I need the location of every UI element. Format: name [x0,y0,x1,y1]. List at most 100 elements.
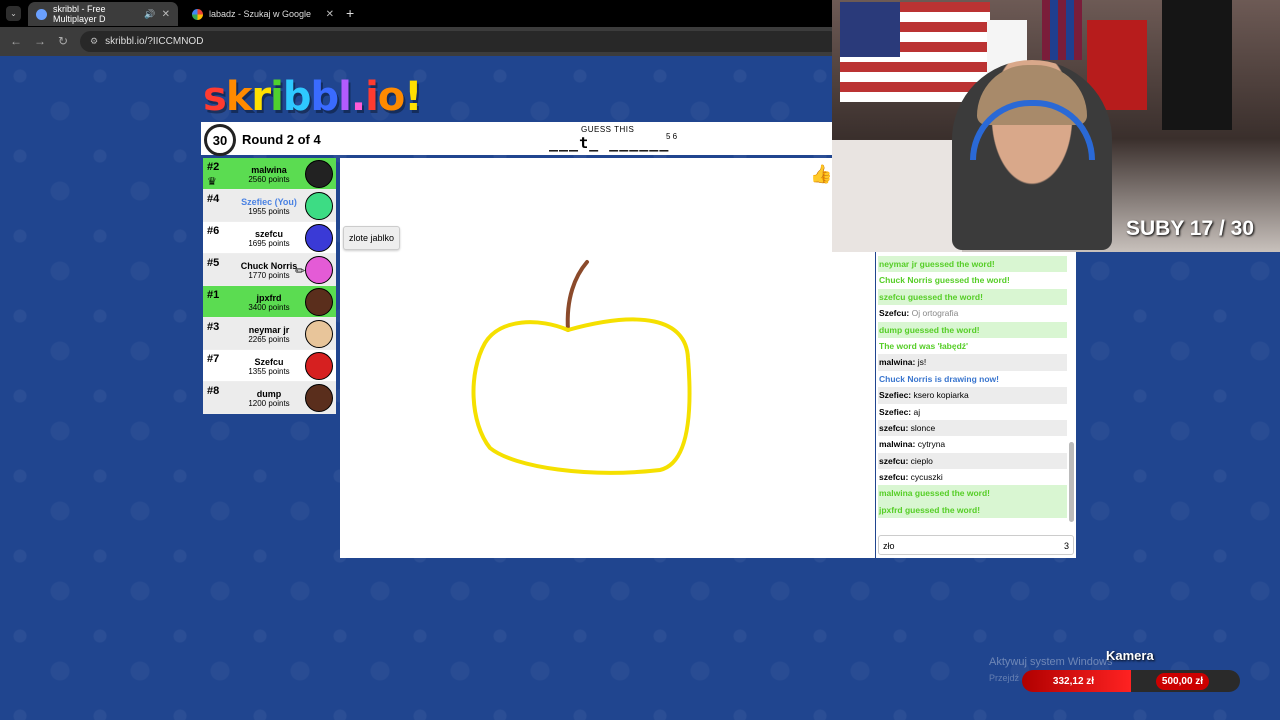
player-name: malwina [251,165,287,175]
avatar [305,160,333,188]
tab-title: skribbl - Free Multiplayer D [53,4,106,24]
timer-value: 30 [212,132,228,148]
avatar [305,384,333,412]
camera-label: Kamera [1106,648,1154,663]
chat-message: szefcu: slonce [878,419,1067,437]
back-icon[interactable]: ← [10,34,22,48]
google-favicon-icon [192,8,203,20]
player-row[interactable]: #5 Chuck Norris 1770 points ✏ [203,254,336,286]
chat-char-count: 3 [1063,541,1069,551]
player-points: 2265 points [248,335,290,344]
apple-stem [565,260,589,332]
tab-skribbl[interactable]: skribbl - Free Multiplayer D 🔊 ✕ [28,2,178,26]
reload-icon[interactable]: ↻ [58,34,68,48]
player-row[interactable]: #8 dump 1200 points [203,382,336,414]
crown-icon: ♛ [207,176,217,188]
chat-message: dump guessed the word! [878,321,1067,338]
drawing-canvas[interactable] [340,158,875,558]
word-hint: ___t_ ______ [549,134,670,152]
donation-goal-bar: 332,12 zł 500,00 zł [1022,670,1240,692]
chat-message: neymar jr guessed the word! [878,256,1067,273]
tab-search-icon[interactable]: ⌄ [6,6,21,21]
player-points: 2560 points [248,175,290,184]
chat-message: Szefiec: aj [878,404,1067,420]
chat-input-value: zło [883,541,895,551]
skribbl-logo: skribbl.io! [203,74,423,120]
player-name: neymar jr [248,325,290,335]
forward-icon[interactable]: → [34,34,46,48]
webcam-overlay [832,0,1280,252]
tab-google[interactable]: labadz - Szukaj w Google ✕ [184,2,342,26]
player-rank: #8 [207,385,220,397]
round-indicator: Round 2 of 4 [242,132,321,147]
url-text: skribbl.io/?IICCMNOD [105,36,204,47]
chat-author: szefcu: [879,455,909,466]
chat-author: malwina: [879,439,916,450]
chat-message: Chuck Norris is drawing now! [878,371,1067,387]
avatar [305,352,333,380]
chat-author: Szefiec: [879,390,912,401]
bed [832,140,962,252]
player-row[interactable]: #2 ♛ malwina 2560 points [203,158,336,190]
chat-message: Chuck Norris guessed the word! [878,272,1067,288]
close-tab-icon[interactable]: ✕ [326,9,334,20]
chat-text: malwina guessed the word! [879,488,990,499]
player-name: dump [256,389,282,399]
player-row[interactable]: #1 jpxfrd 3400 points [203,286,336,318]
avatar [305,224,333,252]
chat-author: Szefcu: [879,308,910,319]
player-name: szefcu [254,229,283,239]
chat-text: jpxfrd guessed the word! [879,504,981,515]
player-rank: #6 [207,225,220,237]
player-points: 1955 points [248,207,290,216]
site-info-icon[interactable]: ⚙ [90,36,98,47]
player-rank: #3 [207,321,220,333]
game-header: 30 Round 2 of 4 GUESS THIS ___t_ ______ … [201,122,832,156]
apple-outline [471,317,692,475]
avatar [305,192,333,220]
player-points: 1695 points [248,239,290,248]
new-tab-icon[interactable]: + [346,5,354,21]
url-field[interactable]: ⚙ skribbl.io/?IICCMNOD [80,31,840,52]
chat-author: szefcu: [879,422,909,433]
avatar [305,256,333,284]
close-tab-icon[interactable]: ✕ [162,9,170,20]
avatar [305,320,333,348]
chat-text: slonce [910,422,936,433]
player-row[interactable]: #4 Szefiec (You) 1955 points [203,190,336,222]
chat-text: Chuck Norris is drawing now! [879,373,999,384]
player-rank: #1 [207,289,220,301]
chat-author: szefcu: [879,472,909,483]
tab-title: labadz - Szukaj w Google [209,9,312,19]
player-row[interactable]: #7 Szefcu 1355 points [203,350,336,382]
chat-message: Szefcu: Oj ortografia [878,305,1067,321]
player-rank: #2 [207,161,220,173]
pencil-icon: ✏ [295,264,306,278]
thumbs-up-icon[interactable]: 👍 [810,164,832,185]
player-row[interactable]: #6 szefcu 1695 points [203,222,336,254]
player-points: 1355 points [248,367,290,376]
player-list: #2 ♛ malwina 2560 points #4 Szefiec (You… [203,158,336,414]
player-rank: #4 [207,193,220,205]
chat-text: ksero kopiarka [913,390,969,401]
timer-clock-icon: 30 [204,124,236,156]
player-name: Szefiec (You) [241,197,297,207]
chat-message: The word was 'łabędź' [878,338,1067,354]
chat-message: jpxfrd guessed the word! [878,501,1067,519]
donation-target: 500,00 zł [1155,672,1210,690]
speaker-icon[interactable]: 🔊 [144,9,155,20]
chat-message: malwina: cytryna [878,436,1067,452]
hanging-scarf [1042,0,1082,60]
chat-author: malwina: [879,357,916,368]
player-points: 3400 points [248,303,290,312]
chat-scrollbar[interactable] [1069,442,1074,522]
chat-text: dump guessed the word! [879,324,980,335]
player-row[interactable]: #3 neymar jr 2265 points [203,318,336,350]
chat-author: Szefiec: [879,406,912,417]
chat-text: cieplo [910,455,933,466]
chat-message: szefcu: cycuszki [878,469,1067,485]
chat-message: szefcu guessed the word! [878,288,1067,306]
chat-text: js! [917,357,927,368]
chat-input[interactable]: zło 3 [878,535,1074,555]
flag-background [840,2,990,102]
